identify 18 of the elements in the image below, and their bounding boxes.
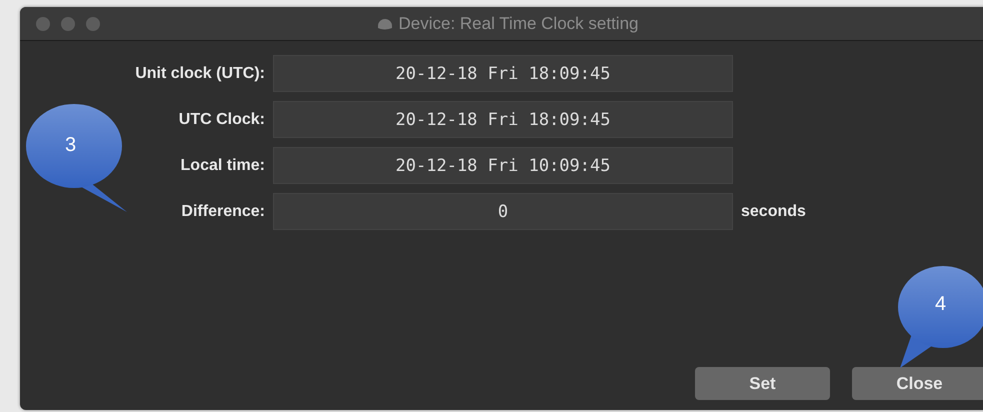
close-button[interactable]: Close <box>852 367 983 400</box>
field-label: Unit clock (UTC): <box>135 64 265 82</box>
field-label: UTC Clock: <box>178 110 265 128</box>
time-field[interactable]: 20-12-18 Fri 10:09:45 <box>273 147 733 184</box>
set-button[interactable]: Set <box>695 367 830 400</box>
minimize-window-button[interactable] <box>61 16 75 30</box>
callout-number: 4 <box>935 293 946 316</box>
close-window-button[interactable] <box>36 16 50 30</box>
field-label: Local time: <box>180 156 265 174</box>
field-label: Difference: <box>181 202 265 220</box>
time-field[interactable]: 20-12-18 Fri 18:09:45 <box>273 55 733 92</box>
window-title: Device: Real Time Clock setting <box>398 14 638 34</box>
app-icon <box>376 16 392 30</box>
time-field[interactable]: 0 <box>273 193 733 230</box>
callout-number: 3 <box>65 134 76 157</box>
unit-label: seconds <box>741 202 807 220</box>
time-field[interactable]: 20-12-18 Fri 18:09:45 <box>273 101 733 138</box>
zoom-window-button[interactable] <box>86 16 100 30</box>
